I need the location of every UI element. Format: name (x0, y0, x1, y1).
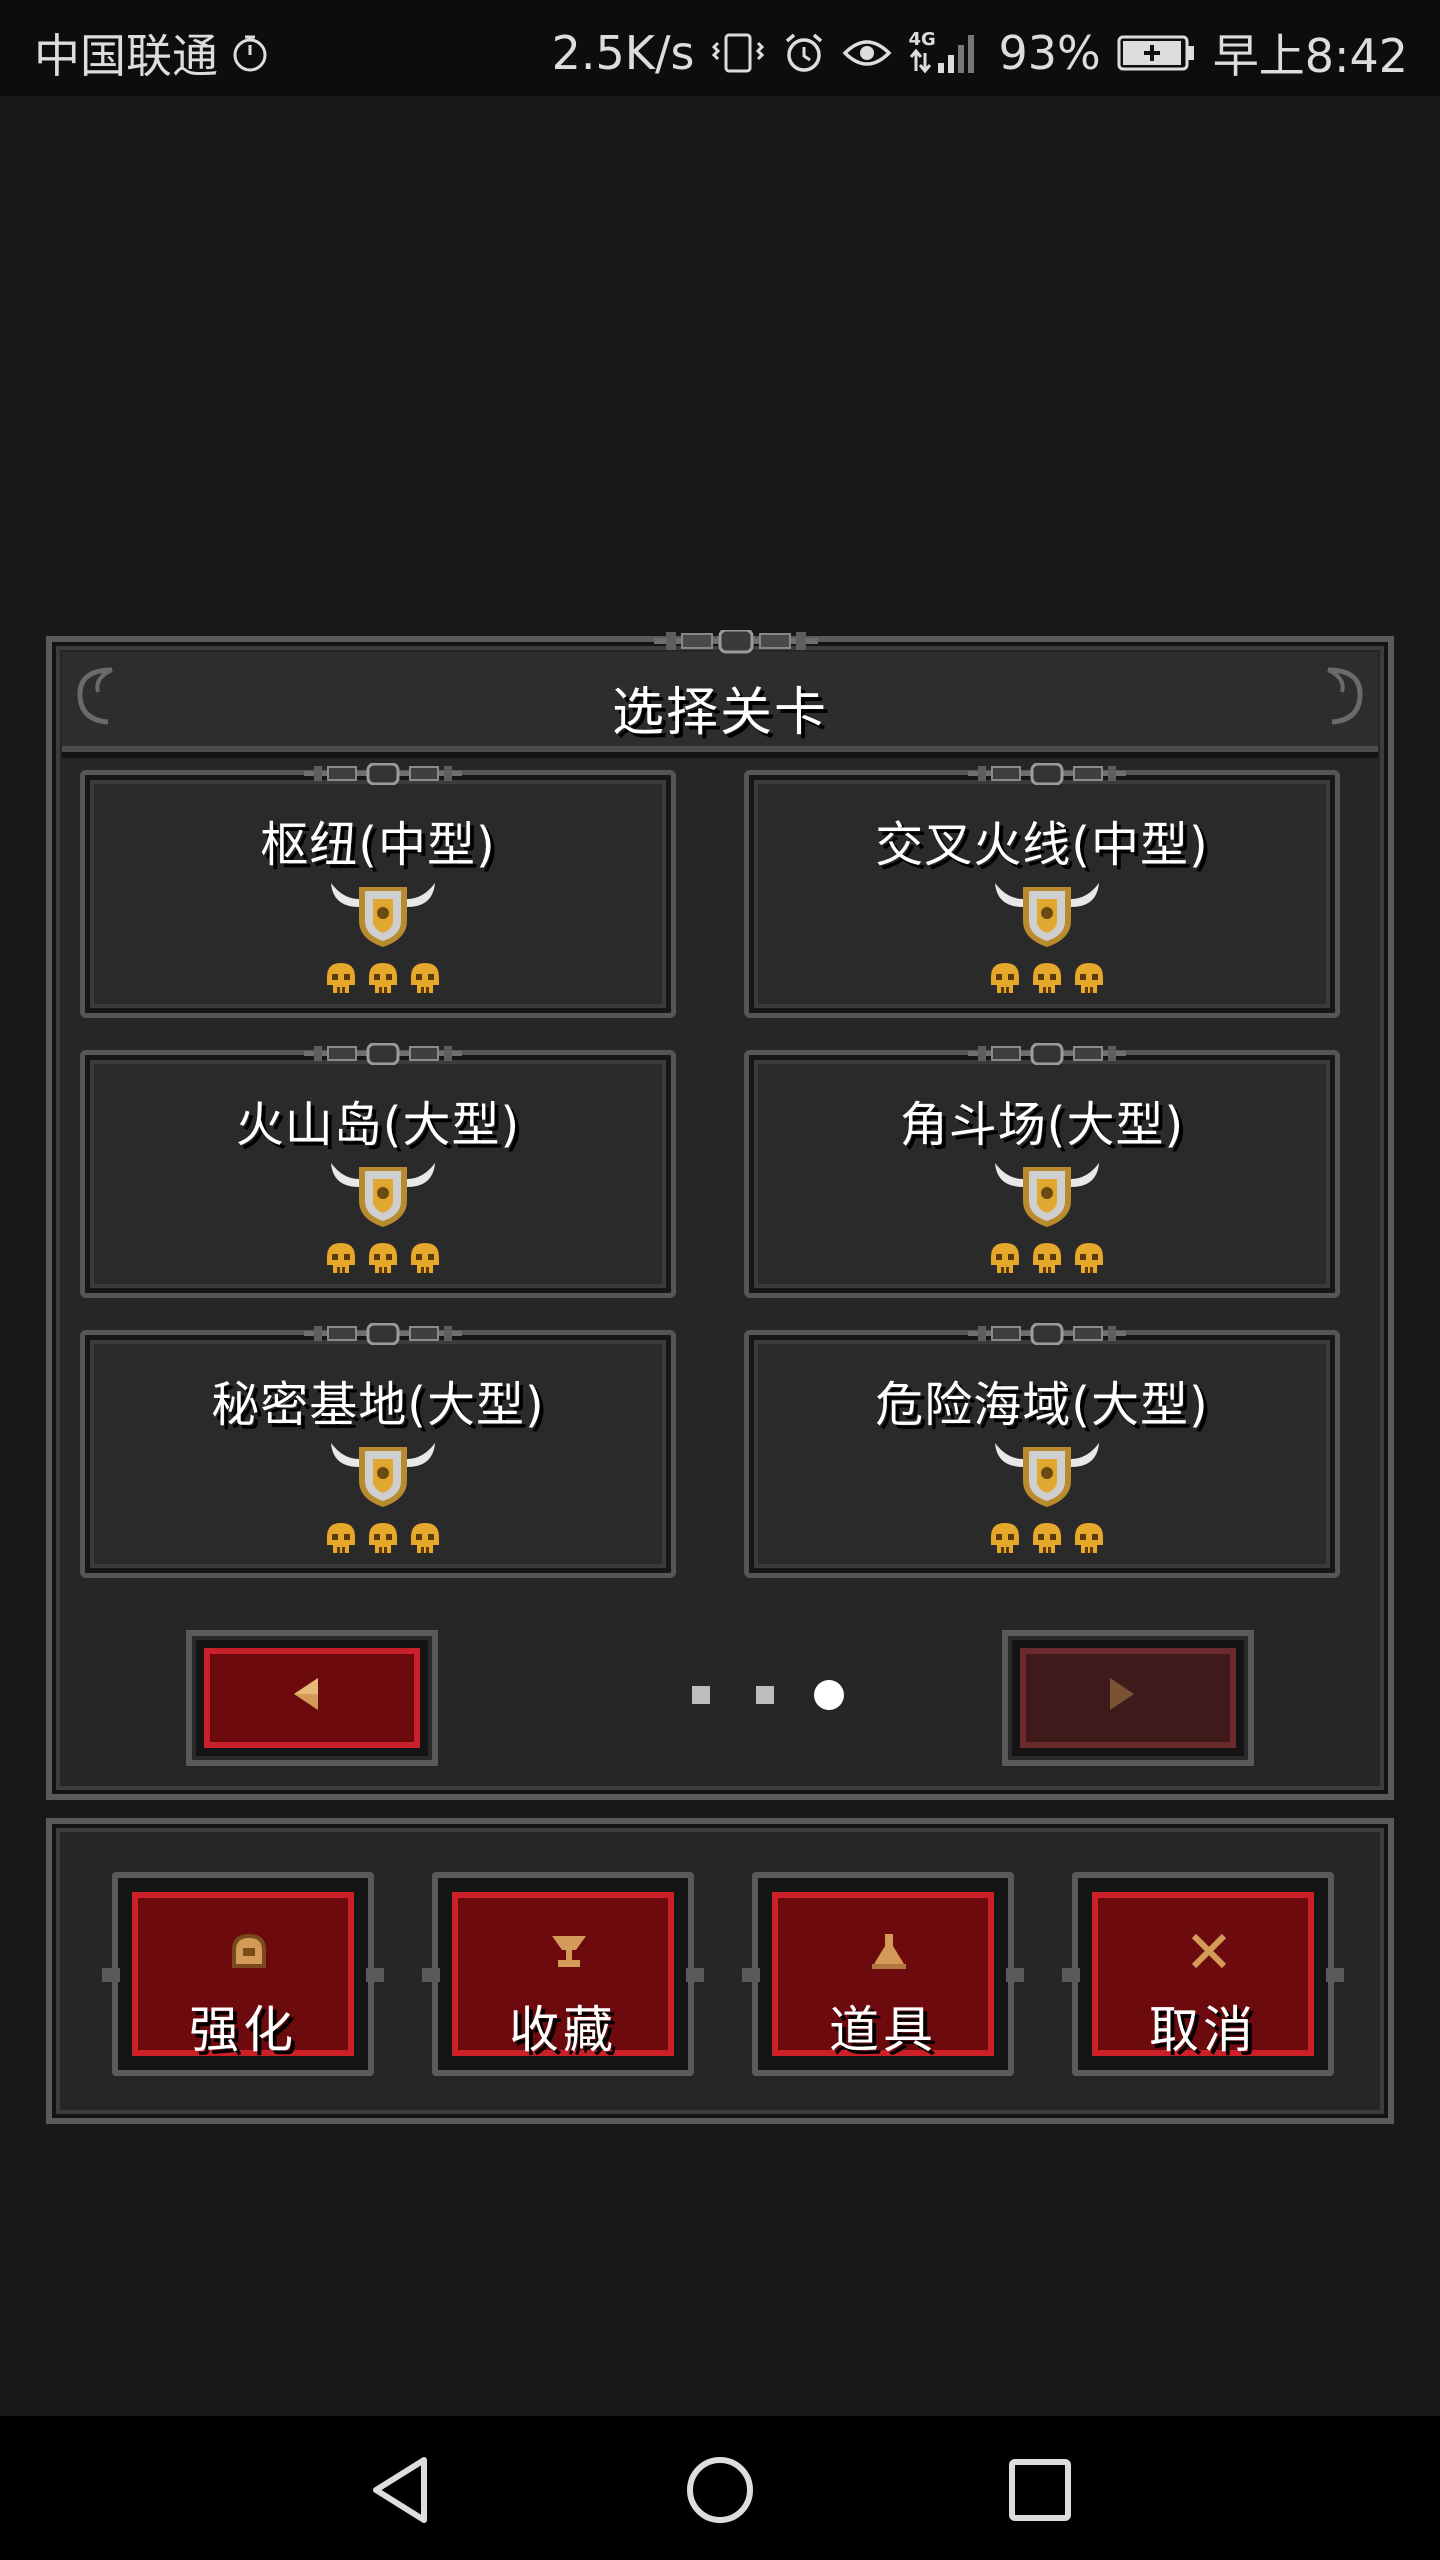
skull-icon (987, 961, 1023, 997)
system-nav-bar (0, 2416, 1440, 2560)
ornament-icon (304, 1323, 462, 1345)
cancel-button[interactable]: 取消 (1062, 1872, 1344, 2076)
level-card[interactable]: 交叉火线(中型) (744, 770, 1340, 1018)
skull-icon (365, 1521, 401, 1557)
horned-shield-icon (329, 1157, 437, 1229)
skull-icon (407, 1241, 443, 1277)
skull-icon (365, 1241, 401, 1277)
panel-title: 选择关卡 (611, 683, 828, 743)
skull-icon (323, 961, 359, 997)
items-button[interactable]: 道具 (742, 1872, 1024, 2076)
level-name: 交叉火线(中型) (875, 817, 1209, 873)
battery-percent: 93% (998, 26, 1101, 80)
trophy-icon (552, 1936, 586, 1967)
level-name: 危险海域(大型) (875, 1377, 1209, 1433)
horned-shield-icon (993, 877, 1101, 949)
upgrade-icon (232, 1933, 266, 1968)
level-name: 枢纽(中型) (260, 817, 496, 873)
game-area: 选择关卡 枢纽(中型) 交叉火线(中型) 火山岛(大型) 角斗场(大型) 秘密基… (0, 96, 1440, 2416)
timer-icon (233, 35, 267, 72)
ornament-icon (654, 630, 818, 654)
ornament-icon (968, 1043, 1126, 1065)
skull-icon (987, 1241, 1023, 1277)
carrier-label: 中国联通 (34, 29, 218, 83)
difficulty-skulls (987, 1241, 1107, 1277)
page-indicator (692, 1676, 856, 1712)
clock: 早上8:42 (1212, 29, 1408, 83)
skull-icon (407, 1521, 443, 1557)
status-bar: 中国联通 2.5K/s 4G 93% 早上8:42 (0, 0, 1440, 96)
skull-icon (1029, 1521, 1065, 1557)
collection-label: 收藏 (509, 2001, 617, 2059)
alarm-icon (786, 33, 823, 72)
back-icon[interactable] (366, 2454, 438, 2526)
skull-icon (323, 1521, 359, 1557)
ornament-icon (968, 1323, 1126, 1345)
skull-icon (1029, 961, 1065, 997)
skull-icon (1071, 1241, 1107, 1277)
upgrade-button[interactable]: 强化 (102, 1872, 384, 2076)
ornament-icon (968, 763, 1126, 785)
level-name: 角斗场(大型) (899, 1097, 1185, 1153)
level-card[interactable]: 枢纽(中型) (80, 770, 676, 1018)
level-card[interactable]: 角斗场(大型) (744, 1050, 1340, 1298)
page-dot[interactable] (692, 1686, 710, 1704)
arrow-left-icon (294, 1678, 318, 1710)
skull-icon (1071, 961, 1107, 997)
level-name: 秘密基地(大型) (211, 1377, 545, 1433)
skull-icon (1029, 1241, 1065, 1277)
level-select-panel: 选择关卡 枢纽(中型) 交叉火线(中型) 火山岛(大型) 角斗场(大型) 秘密基… (46, 630, 1394, 1800)
eye-icon (842, 40, 892, 66)
ornament-icon (304, 1043, 462, 1065)
difficulty-skulls (323, 1241, 443, 1277)
level-grid: 枢纽(中型) 交叉火线(中型) 火山岛(大型) 角斗场(大型) 秘密基地(大型)… (80, 770, 1360, 1600)
action-panel: 强化 收藏 道具 取消 (46, 1818, 1394, 2124)
panel-header: 选择关卡 (62, 630, 1378, 752)
difficulty-skulls (987, 1521, 1107, 1557)
ornament-icon (304, 763, 462, 785)
prev-page-button[interactable] (186, 1630, 438, 1766)
signal-icon: 4G (908, 29, 982, 75)
skull-icon (987, 1521, 1023, 1557)
difficulty-skulls (323, 1521, 443, 1557)
difficulty-skulls (323, 961, 443, 997)
page-dot[interactable] (756, 1686, 774, 1704)
next-page-button[interactable] (1002, 1630, 1254, 1766)
horned-shield-icon (329, 1437, 437, 1509)
net-speed: 2.5K/s (551, 26, 695, 80)
cross-icon (1191, 1933, 1227, 1969)
horned-shield-icon (993, 1437, 1101, 1509)
battery-icon (1117, 35, 1194, 71)
collection-button[interactable]: 收藏 (422, 1872, 704, 2076)
recents-icon[interactable] (1004, 2454, 1076, 2526)
page-dot-active[interactable] (814, 1680, 844, 1710)
skull-icon (407, 961, 443, 997)
potion-icon (872, 1934, 906, 1969)
skull-icon (1071, 1521, 1107, 1557)
items-label: 道具 (829, 2001, 937, 2059)
arrow-right-icon (1110, 1678, 1134, 1710)
level-name: 火山岛(大型) (235, 1097, 521, 1153)
horned-shield-icon (993, 1157, 1101, 1229)
home-icon[interactable] (684, 2454, 756, 2526)
level-card[interactable]: 火山岛(大型) (80, 1050, 676, 1298)
level-card[interactable]: 危险海域(大型) (744, 1330, 1340, 1578)
difficulty-skulls (987, 961, 1107, 997)
skull-icon (323, 1241, 359, 1277)
horned-shield-icon (329, 877, 437, 949)
upgrade-label: 强化 (189, 2001, 297, 2059)
skull-icon (365, 961, 401, 997)
cancel-label: 取消 (1149, 2001, 1257, 2059)
vibrate-icon (712, 33, 765, 73)
level-card[interactable]: 秘密基地(大型) (80, 1330, 676, 1578)
